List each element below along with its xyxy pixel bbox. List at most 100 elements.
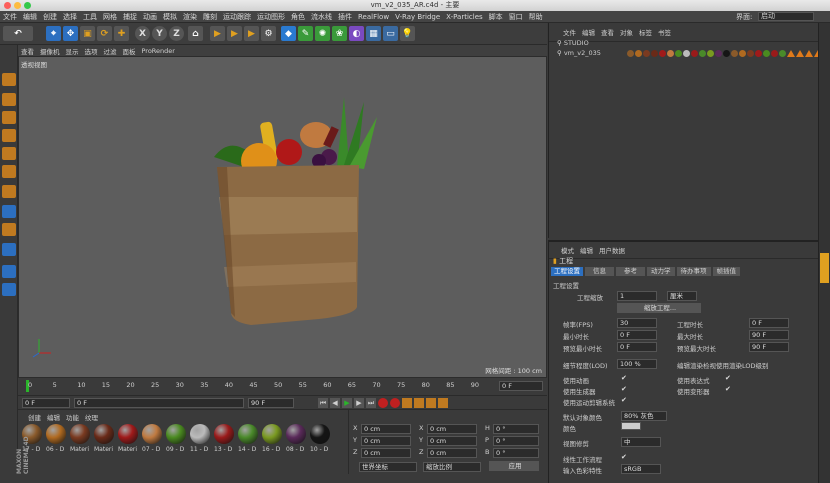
menu-tools[interactable]: 工具 [80, 12, 100, 22]
live-select-icon[interactable]: ⌖ [46, 26, 61, 41]
material-swatch[interactable]: 10 - D [310, 424, 331, 453]
material-tag-icon[interactable] [627, 50, 634, 57]
workplane-icon[interactable] [2, 129, 16, 142]
tab-key-interpolation[interactable]: 帧插值 [712, 267, 740, 276]
material-swatch[interactable]: 13 - D [214, 424, 235, 453]
goto-start-icon[interactable]: ⏮ [318, 398, 328, 408]
material-tag-icon[interactable] [635, 50, 642, 57]
light-icon[interactable]: 💡 [400, 26, 415, 41]
attr-menu-mode[interactable]: 模式 [561, 245, 574, 255]
next-frame-icon[interactable]: ▶ [354, 398, 364, 408]
size-field[interactable]: 0 cm [427, 424, 477, 434]
menu-motion-tracking[interactable]: 运动跟踪 [220, 12, 254, 22]
menu-character[interactable]: 角色 [288, 12, 308, 22]
material-swatch[interactable]: Materi [94, 424, 115, 453]
menu-vray-bridge[interactable]: V-Ray Bridge [392, 13, 443, 21]
size-field[interactable]: 0 cm [427, 436, 477, 446]
warning-tag-icon[interactable] [787, 50, 795, 57]
prev-frame-icon[interactable]: ◀ [330, 398, 340, 408]
menu-sculpt[interactable]: 雕刻 [200, 12, 220, 22]
texture-mode-icon[interactable] [2, 111, 16, 124]
timeline-ruler[interactable]: 0 5 10 15 20 25 30 35 40 45 50 55 60 65 70 75 80 85 90 0 F [18, 378, 547, 395]
coord-mode-select[interactable]: 世界坐标 [359, 462, 417, 472]
material-swatch[interactable]: Materi [118, 424, 139, 453]
material-tag-icon[interactable] [643, 50, 650, 57]
lod-field[interactable]: 100 % [617, 359, 657, 369]
object-row-vm[interactable]: ⚲ vm_v2_035 [557, 49, 601, 58]
linear-workflow-checkbox[interactable]: ✔ [621, 453, 627, 461]
project-length-field[interactable]: 0 F [749, 318, 789, 328]
use-motion-system-checkbox[interactable]: ✔ [621, 396, 627, 404]
obj-menu-tags[interactable]: 标签 [639, 27, 652, 37]
autokey-icon[interactable] [390, 398, 400, 408]
obj-menu-object[interactable]: 对象 [620, 27, 633, 37]
x-axis-button[interactable]: X [135, 26, 150, 41]
spline-pen-icon[interactable]: ✎ [298, 26, 313, 41]
obj-menu-view[interactable]: 查看 [601, 27, 614, 37]
mat-menu-function[interactable]: 功能 [66, 412, 79, 422]
material-swatch[interactable]: 07 - D [142, 424, 163, 453]
menu-select[interactable]: 选择 [60, 12, 80, 22]
menu-xparticles[interactable]: X-Particles [443, 13, 485, 21]
material-swatch[interactable]: 06 - D [46, 424, 67, 453]
render-view-icon[interactable]: ▶ [210, 26, 225, 41]
preview-min-field[interactable]: 0 F [617, 342, 657, 352]
scale-tool-icon[interactable]: ▣ [80, 26, 95, 41]
render-settings-icon[interactable]: ⚙ [261, 26, 276, 41]
position-field[interactable]: 0 cm [361, 436, 411, 446]
material-tag-icon[interactable] [771, 50, 778, 57]
current-frame-field[interactable]: 0 F [499, 381, 543, 391]
position-key-icon[interactable] [414, 398, 424, 408]
current-frame-slider[interactable]: 0 F [74, 398, 244, 408]
scale-unit-select[interactable]: 厘米 [667, 291, 697, 301]
rotation-field[interactable]: 0 ° [493, 424, 539, 434]
vp-menu-display[interactable]: 显示 [63, 46, 82, 56]
model-mode-icon[interactable] [2, 93, 16, 106]
material-tag-icon[interactable] [667, 50, 674, 57]
tab-todo[interactable]: 待办事项 [676, 267, 711, 276]
perspective-viewport[interactable]: 透视视图 网格间距 : 100 cm [18, 56, 547, 378]
vp-menu-filter[interactable]: 过滤 [101, 46, 120, 56]
material-tag-icon[interactable] [779, 50, 786, 57]
material-swatch[interactable]: 08 - D [286, 424, 307, 453]
snap-icon[interactable] [2, 243, 16, 256]
position-field[interactable]: 0 cm [361, 424, 411, 434]
enable-axis-icon[interactable] [2, 205, 16, 218]
material-tag-icon[interactable] [763, 50, 770, 57]
floor-icon[interactable]: ▦ [366, 26, 381, 41]
deformer-icon[interactable]: ◐ [349, 26, 364, 41]
material-tag-icon[interactable] [755, 50, 762, 57]
points-mode-icon[interactable] [2, 147, 16, 160]
edges-mode-icon[interactable] [2, 165, 16, 178]
menu-mesh[interactable]: 网格 [100, 12, 120, 22]
default-color-select[interactable]: 80% 灰色 [621, 411, 667, 421]
use-generators-checkbox[interactable]: ✔ [621, 385, 627, 393]
view-clipping-select[interactable]: 中 [621, 437, 661, 447]
scale-mode-select[interactable]: 缩放比例 [423, 462, 481, 472]
material-swatch[interactable]: 11 - D [190, 424, 211, 453]
min-length-field[interactable]: 0 F [617, 330, 657, 340]
vp-menu-view[interactable]: 查看 [18, 46, 37, 56]
undo-redo-icon[interactable]: ↶ [3, 26, 33, 41]
attr-menu-edit[interactable]: 编辑 [580, 245, 593, 255]
menu-realflow[interactable]: RealFlow [355, 13, 392, 21]
tweak-icon[interactable] [2, 223, 16, 236]
render-region-icon[interactable]: ▶ [227, 26, 242, 41]
zoom-window-button[interactable] [24, 2, 31, 9]
warning-tag-icon[interactable] [805, 50, 813, 57]
z-axis-button[interactable]: Z [169, 26, 184, 41]
material-tag-icon[interactable] [691, 50, 698, 57]
scale-project-button[interactable]: 缩放工程... [617, 303, 701, 313]
planar-workplane-icon[interactable] [2, 283, 16, 296]
y-axis-button[interactable]: Y [152, 26, 167, 41]
use-animation-checkbox[interactable]: ✔ [621, 374, 627, 382]
size-field[interactable]: 0 cm [427, 448, 477, 458]
menu-simulate[interactable]: 模拟 [160, 12, 180, 22]
max-length-field[interactable]: 90 F [749, 330, 789, 340]
vp-menu-options[interactable]: 选项 [82, 46, 101, 56]
make-editable-icon[interactable] [2, 73, 16, 86]
rotation-key-icon[interactable] [438, 398, 448, 408]
render-picture-viewer-icon[interactable]: ▶ [244, 26, 259, 41]
material-tag-icon[interactable] [699, 50, 706, 57]
tab-reference[interactable]: 参考 [616, 267, 645, 276]
